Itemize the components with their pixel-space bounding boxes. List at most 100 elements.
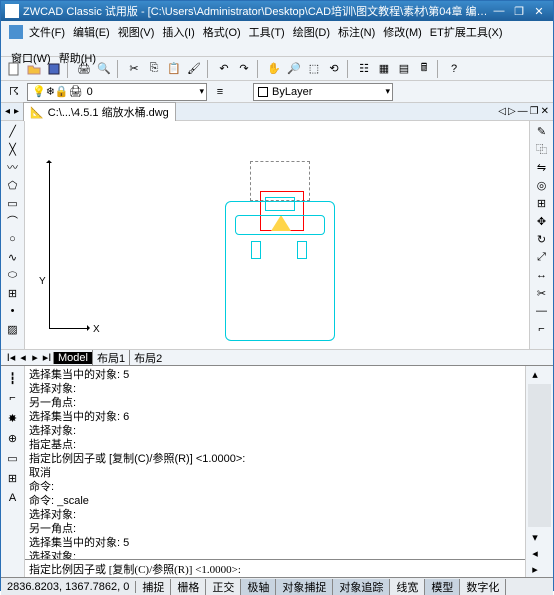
help-icon[interactable]: ?	[445, 60, 463, 78]
cut-icon[interactable]: ✂	[125, 60, 143, 78]
layer-prop-icon[interactable]: ☈	[5, 83, 23, 101]
scrollbar[interactable]	[528, 384, 551, 527]
menu-et[interactable]: ET扩展工具(X)	[428, 23, 505, 41]
menu-file[interactable]: 文件(F)	[27, 23, 67, 41]
command-area: ┇ ⌐ ✸ ⊕ ▭ ⊞ A 选择集当中的对象: 5选择对象:另一角点:选择集当中…	[1, 365, 553, 577]
hatch-icon[interactable]: ▨	[4, 321, 22, 337]
command-input[interactable]: 指定比例因子或 [复制(C)/参照(R)] <1.0000>:	[25, 559, 525, 577]
scroll-down-icon[interactable]: ▾	[526, 529, 544, 545]
tab-prev-icon[interactable]: ◁	[498, 106, 506, 117]
color-combo[interactable]: ByLayer	[253, 83, 393, 101]
model-toggle[interactable]: 模型	[425, 579, 460, 595]
menu-insert[interactable]: 插入(I)	[160, 23, 196, 41]
offset-icon[interactable]: ◎	[533, 177, 551, 193]
table-icon[interactable]: ⊞	[4, 470, 22, 486]
print-icon[interactable]: 🖨	[75, 60, 93, 78]
arc-icon[interactable]: ⌒	[4, 213, 22, 229]
region-icon[interactable]: ▭	[4, 450, 22, 466]
rect-icon[interactable]: ▭	[4, 195, 22, 211]
menu-dim[interactable]: 标注(N)	[336, 23, 377, 41]
layer-state-icon[interactable]: ≡	[211, 83, 229, 101]
new-icon[interactable]	[5, 60, 23, 78]
prop-icon[interactable]: ☷	[355, 60, 373, 78]
join-icon[interactable]: ⊕	[4, 430, 22, 446]
menu-modify[interactable]: 修改(M)	[381, 23, 424, 41]
app-icon	[5, 4, 19, 18]
stretch-icon[interactable]: ↔	[533, 267, 551, 283]
menu-tools[interactable]: 工具(T)	[247, 23, 287, 41]
model-tab[interactable]: Model	[53, 352, 92, 364]
preview-icon[interactable]: 🔍	[95, 60, 113, 78]
copy-icon[interactable]: ⎘	[145, 60, 163, 78]
calc-icon[interactable]: 🖩	[415, 60, 433, 78]
lwt-toggle[interactable]: 线宽	[390, 579, 425, 595]
redo-icon[interactable]: ↷	[235, 60, 253, 78]
ortho-toggle[interactable]: 正交	[206, 579, 241, 595]
pline-icon[interactable]: 〰	[4, 159, 22, 175]
layout2-tab[interactable]: 布局2	[129, 350, 166, 366]
spline-icon[interactable]: ∿	[4, 249, 22, 265]
paste-icon[interactable]: 📋	[165, 60, 183, 78]
zoom-prev-icon[interactable]: ⟲	[325, 60, 343, 78]
mtab-last-icon[interactable]: ▸I	[41, 351, 53, 364]
layout1-tab[interactable]: 布局1	[92, 350, 129, 366]
mirror-icon[interactable]: ⇋	[533, 159, 551, 175]
rotate-icon[interactable]: ↻	[533, 231, 551, 247]
scroll-up-icon[interactable]: ▴	[526, 366, 544, 382]
grid-toggle[interactable]: 栅格	[171, 579, 206, 595]
menu-draw[interactable]: 绘图(D)	[291, 23, 332, 41]
minimize-button[interactable]: —	[489, 5, 509, 17]
mtab-prev-icon[interactable]: ◂	[17, 351, 29, 364]
move-icon[interactable]: ✥	[533, 213, 551, 229]
design-center-icon[interactable]: ▦	[375, 60, 393, 78]
ellipse-icon[interactable]: ⬭	[4, 267, 22, 283]
extend-icon[interactable]: —	[533, 303, 551, 319]
scale-icon[interactable]: ⤢	[533, 249, 551, 265]
tab-min-icon[interactable]: —	[518, 106, 528, 117]
fillet-icon[interactable]: ⌐	[533, 321, 551, 337]
trim-icon[interactable]: ✂	[533, 285, 551, 301]
tab-next-icon[interactable]: ▷	[508, 106, 516, 117]
copy-obj-icon[interactable]: ⿻	[533, 141, 551, 157]
layer-combo[interactable]: 💡❄🔒🖨 0	[27, 83, 207, 101]
line-icon[interactable]: ╱	[4, 123, 22, 139]
zoom-win-icon[interactable]: ⬚	[305, 60, 323, 78]
erase-icon[interactable]: ✎	[533, 123, 551, 139]
menu-edit[interactable]: 编辑(E)	[71, 23, 112, 41]
snap-toggle[interactable]: 捕捉	[136, 579, 171, 595]
tool-pal-icon[interactable]: ▤	[395, 60, 413, 78]
close-button[interactable]: ✕	[529, 5, 549, 18]
open-icon[interactable]	[25, 60, 43, 78]
undo-icon[interactable]: ↶	[215, 60, 233, 78]
scroll-left-icon[interactable]: ◂	[526, 545, 544, 561]
insert-icon[interactable]: ⊞	[4, 285, 22, 301]
point-icon[interactable]: •	[4, 303, 22, 319]
xline-icon[interactable]: ╳	[4, 141, 22, 157]
otrack-toggle[interactable]: 对象追踪	[333, 579, 390, 595]
mtab-first-icon[interactable]: I◂	[5, 351, 17, 364]
match-icon[interactable]: 🖌	[185, 60, 203, 78]
tab-close-icon[interactable]: ✕	[541, 106, 549, 117]
array-icon[interactable]: ⊞	[533, 195, 551, 211]
chamfer-icon[interactable]: ⌐	[4, 390, 22, 406]
command-history[interactable]: 选择集当中的对象: 5选择对象:另一角点:选择集当中的对象: 6选择对象:指定基…	[25, 366, 525, 559]
maximize-button[interactable]: ❐	[509, 5, 529, 18]
pan-icon[interactable]: ✋	[265, 60, 283, 78]
drawing-canvas[interactable]: Y X	[25, 121, 529, 349]
polygon-icon[interactable]: ⬠	[4, 177, 22, 193]
mtab-next-icon[interactable]: ▸	[29, 351, 41, 364]
explode-icon[interactable]: ✸	[4, 410, 22, 426]
digit-toggle[interactable]: 数字化	[460, 579, 506, 595]
tab-max-icon[interactable]: ❐	[530, 106, 539, 117]
save-icon[interactable]	[45, 60, 63, 78]
polar-toggle[interactable]: 极轴	[241, 579, 276, 595]
circle-icon[interactable]: ○	[4, 231, 22, 247]
text-icon[interactable]: A	[4, 490, 22, 506]
scroll-right-icon[interactable]: ▸	[526, 561, 544, 577]
zoom-rt-icon[interactable]: 🔎	[285, 60, 303, 78]
break-icon[interactable]: ┇	[4, 370, 22, 386]
menu-format[interactable]: 格式(O)	[201, 23, 243, 41]
osnap-toggle[interactable]: 对象捕捉	[276, 579, 333, 595]
menu-view[interactable]: 视图(V)	[116, 23, 157, 41]
doc-tab[interactable]: 📐 C:\...\4.5.1 缩放水桶.dwg	[23, 102, 176, 121]
